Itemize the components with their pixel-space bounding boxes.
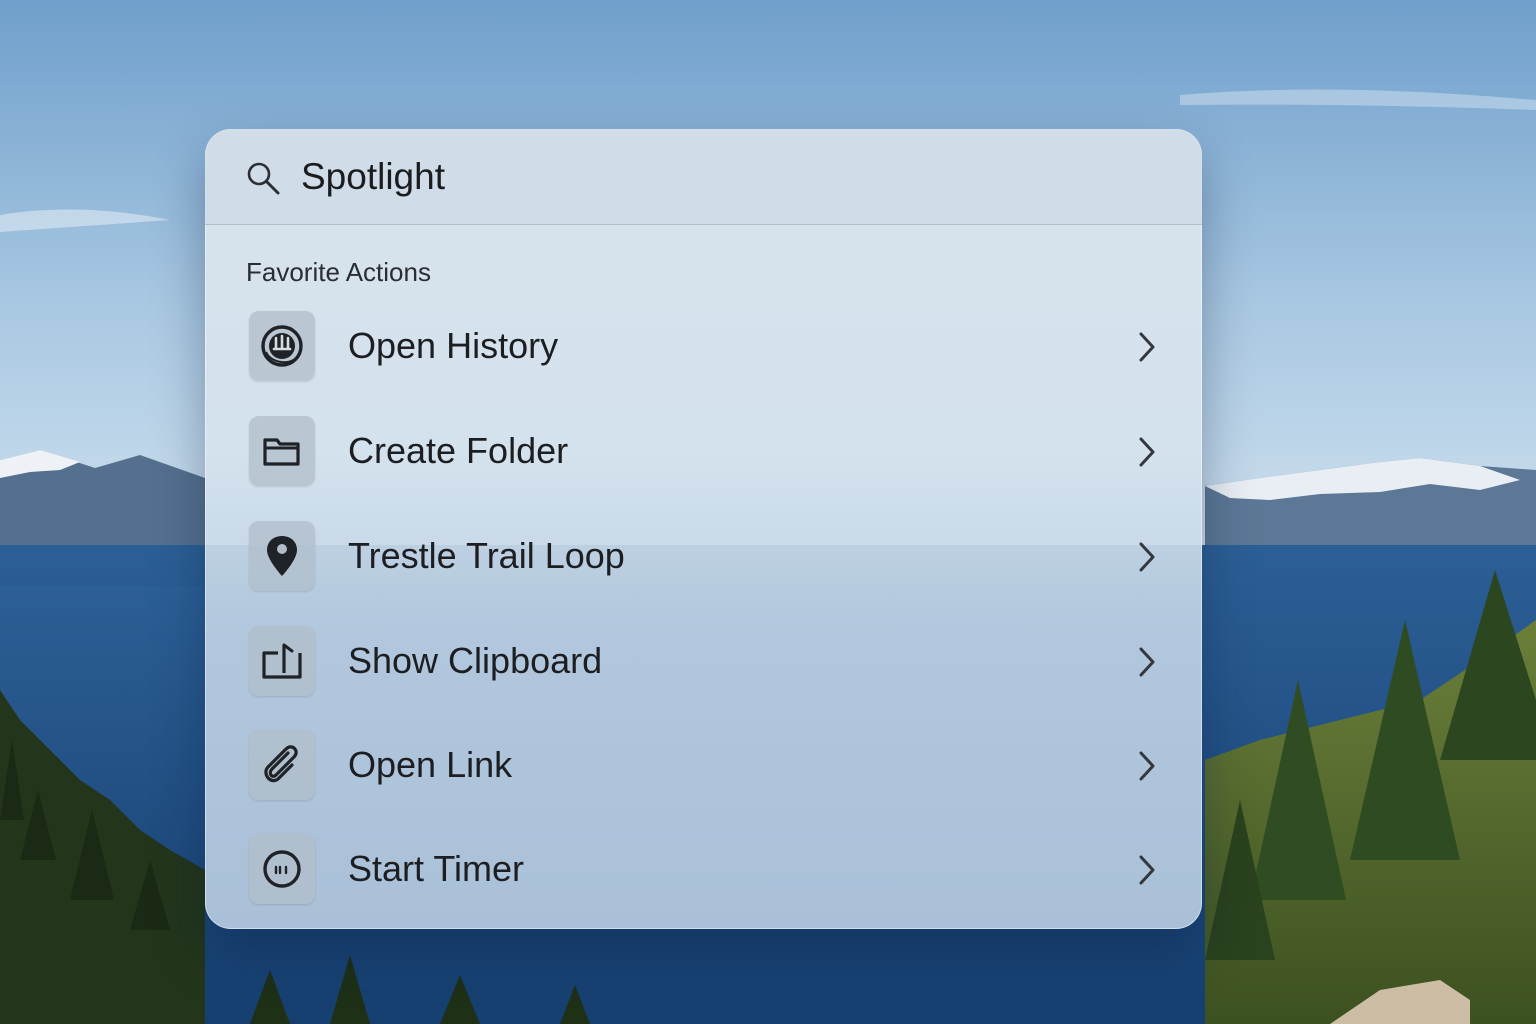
timer-icon <box>249 834 315 904</box>
action-label: Trestle Trail Loop <box>348 535 625 576</box>
chevron-right-icon <box>1139 437 1155 467</box>
chevron-right-icon <box>1139 751 1155 781</box>
action-row-open-link[interactable]: Open Link <box>205 730 1202 830</box>
chevron-right-icon <box>1139 332 1155 362</box>
chevron-right-icon <box>1139 647 1155 677</box>
action-label: Open Link <box>348 744 513 785</box>
action-row-trestle-trail-loop[interactable]: Trestle Trail Loop <box>205 521 1202 621</box>
spotlight-panel: Spotlight Favorite Actions Open History … <box>205 129 1202 929</box>
action-label: Open History <box>348 325 559 366</box>
action-row-show-clipboard[interactable]: Show Clipboard <box>205 626 1202 726</box>
chevron-right-icon <box>1139 542 1155 572</box>
paperclip-icon <box>249 730 315 800</box>
action-row-create-folder[interactable]: Create Folder <box>205 416 1202 516</box>
action-label: Start Timer <box>348 848 525 889</box>
search-input[interactable]: Spotlight <box>301 155 445 199</box>
clipboard-icon <box>249 626 315 696</box>
map-pin-icon <box>249 521 315 591</box>
action-label: Create Folder <box>348 430 569 471</box>
action-row-start-timer[interactable]: Start Timer <box>205 834 1202 929</box>
action-row-open-history[interactable]: Open History <box>205 311 1202 411</box>
section-title: Favorite Actions <box>246 257 431 287</box>
search-icon <box>247 162 280 195</box>
history-icon <box>249 311 315 381</box>
search-bar[interactable]: Spotlight <box>205 129 1202 225</box>
action-label: Show Clipboard <box>348 640 603 681</box>
folder-icon <box>249 416 315 486</box>
chevron-right-icon <box>1139 855 1155 885</box>
